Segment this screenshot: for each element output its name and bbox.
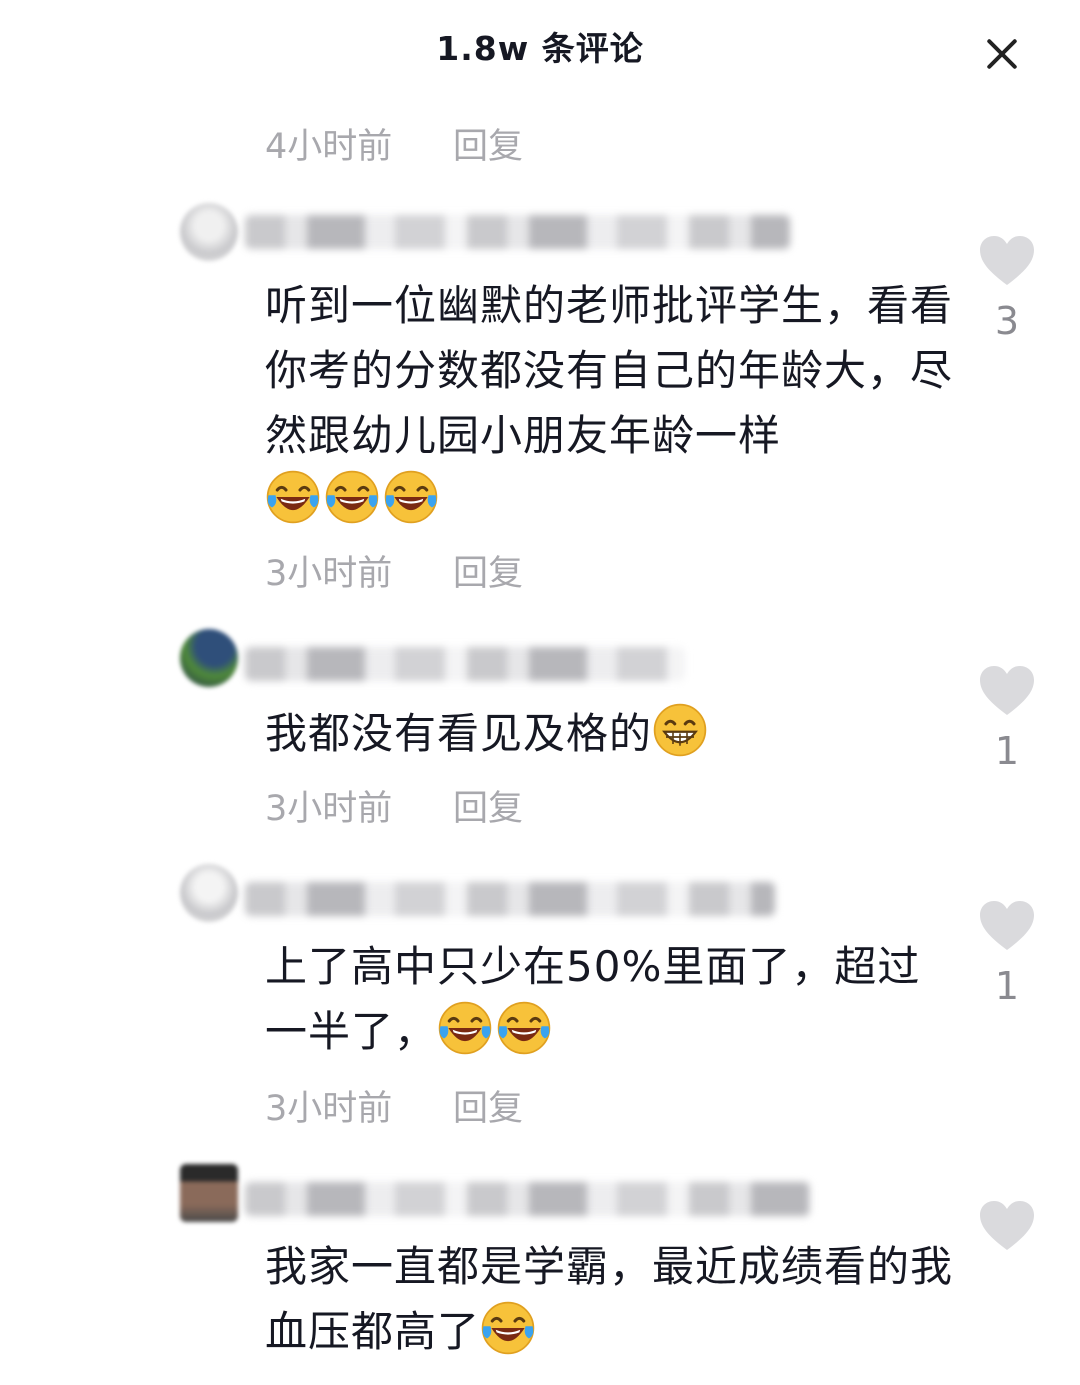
heart-icon [978, 665, 1036, 717]
reply-button[interactable]: 回复 [453, 1080, 523, 1131]
like-button[interactable]: 1 [975, 900, 1039, 1008]
avatar[interactable] [180, 1164, 238, 1222]
like-button[interactable] [975, 1200, 1039, 1264]
comment-count-title: 1.8w 条评论 [436, 29, 644, 68]
comment-body: 听到一位幽默的老师批评学生，看看你考的分数都没有自己的年龄大，尽然跟幼儿园小朋友… [265, 281, 954, 460]
laugh-cry-emoji [496, 1000, 552, 1056]
laugh-cry-emoji [480, 1300, 536, 1356]
heart-icon [978, 900, 1036, 952]
laugh-cry-emoji [383, 469, 439, 525]
comment-text: 我都没有看见及格的 [265, 701, 955, 766]
username-blurred[interactable] [245, 647, 685, 681]
reply-button[interactable]: 回复 [453, 780, 523, 831]
like-button[interactable]: 1 [975, 665, 1039, 773]
comment-text: 上了高中只少在50%里面了，超过一半了， [265, 934, 955, 1064]
laugh-cry-emoji [324, 469, 380, 525]
like-count: 1 [994, 964, 1020, 1008]
comment-body: 我都没有看见及格的 [265, 709, 653, 758]
comment-meta: 3小时前 回复 [265, 1080, 523, 1129]
like-count: 3 [994, 299, 1020, 343]
comment-time: 3小时前 [265, 554, 393, 594]
reply-button[interactable]: 回复 [453, 118, 523, 169]
username-blurred[interactable] [245, 1182, 810, 1216]
avatar[interactable] [180, 629, 238, 687]
grin-emoji [652, 702, 708, 758]
comment-time: 3小时前 [265, 789, 393, 829]
comment-text: 我家一直都是学霸，最近成绩看的我血压都高了 [265, 1234, 955, 1364]
comment-meta: 3小时前 回复 [265, 780, 523, 829]
comment-meta: 3小时前 回复 [265, 545, 523, 594]
username-blurred[interactable] [245, 882, 775, 916]
comments-header: 1.8w 条评论 [0, 0, 1080, 95]
like-button[interactable]: 3 [975, 235, 1039, 343]
reply-button[interactable]: 回复 [453, 545, 523, 596]
comment-text: 听到一位幽默的老师批评学生，看看你考的分数都没有自己的年龄大，尽然跟幼儿园小朋友… [265, 273, 955, 533]
heart-icon [978, 1200, 1036, 1252]
close-icon[interactable] [978, 30, 1026, 78]
comment-meta: 4小时前 回复 [265, 118, 523, 167]
like-count: 1 [994, 729, 1020, 773]
comment-time: 4小时前 [265, 127, 393, 167]
heart-icon [978, 235, 1036, 287]
username-blurred[interactable] [245, 215, 790, 249]
comment-body: 我家一直都是学霸，最近成绩看的我血压都高了 [265, 1242, 954, 1356]
comment-time: 3小时前 [265, 1089, 393, 1129]
avatar[interactable] [180, 864, 238, 922]
avatar[interactable] [180, 203, 238, 261]
comment-body: 上了高中只少在50%里面了，超过一半了， [265, 942, 921, 1056]
laugh-cry-emoji [437, 1000, 493, 1056]
laugh-cry-emoji [265, 469, 321, 525]
